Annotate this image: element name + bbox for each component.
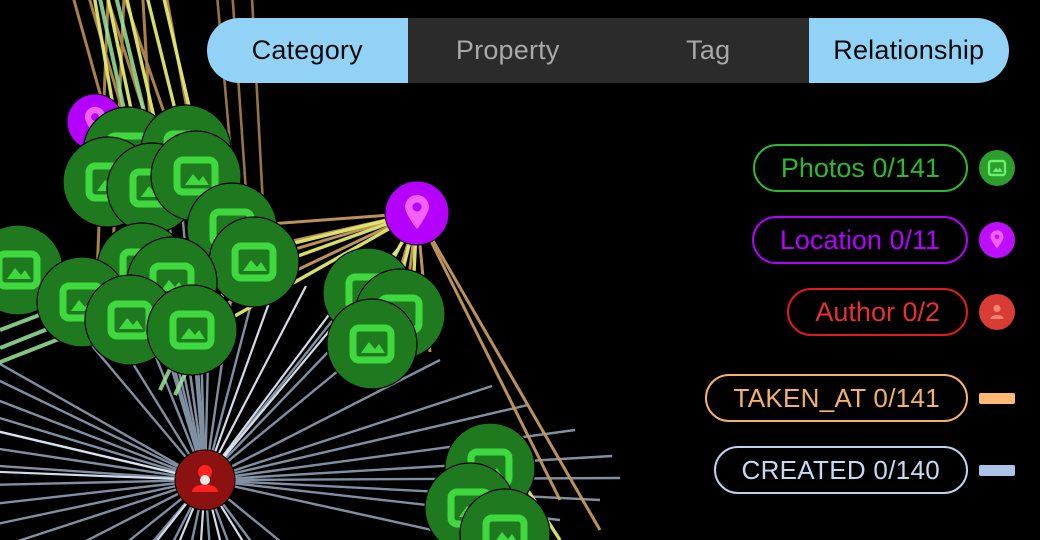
tab-category[interactable]: Category <box>207 18 408 83</box>
map-pin-icon <box>979 222 1015 258</box>
line-swatch-icon <box>979 392 1015 404</box>
legend-pill-location[interactable]: Location 0/11 <box>751 216 968 264</box>
person-icon <box>979 294 1015 330</box>
image-icon <box>979 150 1015 186</box>
legend-pill-taken-at[interactable]: TAKEN_AT 0/141 <box>705 374 968 422</box>
legend-swatch-author <box>968 294 1026 330</box>
node-location[interactable] <box>384 180 450 246</box>
line-swatch-icon <box>979 464 1015 476</box>
legend-row-author[interactable]: Author 0/2 <box>705 284 1026 340</box>
legend-swatch-location <box>968 222 1026 258</box>
tab-property[interactable]: Property <box>407 18 608 83</box>
legend-swatch-taken-at <box>968 392 1026 404</box>
legend-pill-created[interactable]: CREATED 0/140 <box>713 446 968 494</box>
legend-divider-gap <box>705 356 1026 370</box>
legend-row-created[interactable]: CREATED 0/140 <box>705 442 1026 498</box>
legend-swatch-photos <box>968 150 1026 186</box>
node-photo[interactable] <box>146 284 238 376</box>
legend-row-photos[interactable]: Photos 0/141 <box>705 140 1026 196</box>
legend-pill-photos[interactable]: Photos 0/141 <box>752 144 968 192</box>
map-pin-icon-svg <box>990 230 1004 249</box>
legend-panel: Photos 0/141 Location 0/11 Author 0/2 TA… <box>705 140 1026 514</box>
image-icon-svg <box>987 159 1007 177</box>
legend-row-taken-at[interactable]: TAKEN_AT 0/141 <box>705 370 1026 426</box>
legend-pill-author[interactable]: Author 0/2 <box>787 288 968 336</box>
tab-relationship[interactable]: Relationship <box>808 18 1009 83</box>
legend-swatch-created <box>968 464 1026 476</box>
view-mode-tab-bar[interactable]: Category Property Tag Relationship <box>207 18 1009 83</box>
author-hub-glow <box>200 475 210 485</box>
node-photo[interactable] <box>208 216 300 308</box>
legend-row-location[interactable]: Location 0/11 <box>705 212 1026 268</box>
node-photo[interactable] <box>326 298 418 390</box>
legend-relationship-group: TAKEN_AT 0/141 CREATED 0/140 <box>705 370 1026 514</box>
graph-explorer-app: Category Property Tag Relationship Photo… <box>0 0 1040 540</box>
legend-category-group: Photos 0/141 Location 0/11 Author 0/2 <box>705 140 1026 356</box>
person-icon-svg <box>990 304 1004 319</box>
tab-tag[interactable]: Tag <box>608 18 809 83</box>
